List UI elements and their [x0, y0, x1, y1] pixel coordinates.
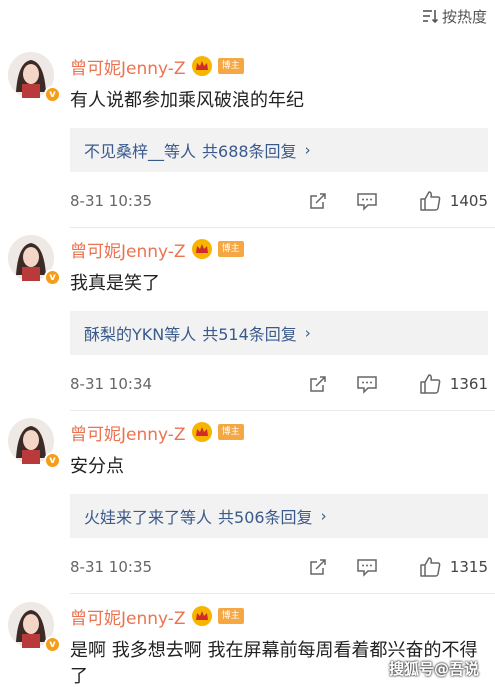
- comment-button[interactable]: [356, 557, 378, 577]
- thumbs-up-icon: [420, 374, 441, 394]
- replies-link[interactable]: 酥梨的YKN等人 共514条回复 ›: [70, 311, 488, 355]
- reply-count: 共514条回复: [202, 325, 297, 344]
- comment-time: 8-31 10:35: [70, 192, 153, 210]
- verified-badge-icon: v: [44, 636, 61, 653]
- username[interactable]: 曾可妮Jenny-Z: [70, 420, 186, 445]
- comment-text: 安分点: [70, 456, 124, 477]
- like-button[interactable]: 1361: [418, 372, 488, 396]
- comment-button[interactable]: [356, 191, 378, 211]
- verified-badge-icon: v: [44, 86, 61, 103]
- comment-item: v 曾可妮Jenny-Z 博主 我真是笑了 酥梨的YKN等人 共514条回复 ›…: [0, 235, 495, 411]
- comment-button[interactable]: [356, 374, 378, 394]
- like-button[interactable]: 1405: [418, 189, 488, 213]
- avatar[interactable]: v: [8, 602, 61, 653]
- reply-count: 共688条回复: [202, 142, 297, 161]
- share-button[interactable]: [308, 557, 328, 577]
- username[interactable]: 曾可妮Jenny-Z: [70, 54, 186, 79]
- reply-names: 火娃来了来了等人: [84, 508, 213, 527]
- verified-badge-icon: v: [44, 269, 61, 286]
- share-button[interactable]: [308, 374, 328, 394]
- comment-time: 8-31 10:35: [70, 558, 153, 576]
- divider: [70, 410, 495, 411]
- share-icon: [310, 559, 326, 575]
- reply-count: 共506条回复: [218, 508, 313, 527]
- avatar[interactable]: v: [8, 418, 61, 469]
- sort-label: 按热度: [441, 7, 487, 26]
- comment-text: 有人说都参加乘风破浪的年纪: [70, 90, 304, 111]
- share-icon: [310, 193, 326, 209]
- replies-link[interactable]: 不见桑梓__等人 共688条回复 ›: [70, 128, 488, 172]
- thumbs-up-icon: [420, 557, 441, 577]
- author-tag: 博主: [217, 58, 244, 74]
- watermark: 搜狐号@吾说: [388, 660, 479, 678]
- like-count: 1361: [449, 375, 488, 393]
- reply-names: 酥梨的YKN等人: [84, 325, 197, 344]
- crown-icon: [191, 239, 212, 259]
- author-tag: 博主: [217, 608, 244, 624]
- reply-names: 不见桑梓__等人: [84, 142, 197, 161]
- comment-item: v 曾可妮Jenny-Z 博主 有人说都参加乘风破浪的年纪 不见桑梓__等人 共…: [0, 52, 495, 228]
- replies-link[interactable]: 火娃来了来了等人 共506条回复 ›: [70, 494, 488, 538]
- author-tag: 博主: [217, 241, 244, 257]
- username[interactable]: 曾可妮Jenny-Z: [70, 604, 186, 629]
- like-button[interactable]: 1315: [418, 555, 488, 579]
- share-icon: [310, 376, 326, 392]
- like-count: 1315: [449, 558, 488, 576]
- crown-icon: [191, 56, 212, 76]
- comment-footer: 8-31 10:35 1315: [70, 552, 488, 582]
- crown-icon: [191, 606, 212, 626]
- thumbs-up-icon: [420, 191, 441, 211]
- chevron-right-icon: ›: [304, 141, 311, 159]
- sort-icon: [422, 10, 438, 24]
- divider: [70, 593, 495, 594]
- comment-footer: 8-31 10:35 1405: [70, 186, 488, 216]
- comment-item: v 曾可妮Jenny-Z 博主 安分点 火娃来了来了等人 共506条回复 › 8…: [0, 418, 495, 594]
- divider: [70, 227, 495, 228]
- comment-icon: [357, 559, 377, 577]
- verified-badge-icon: v: [44, 452, 61, 469]
- username[interactable]: 曾可妮Jenny-Z: [70, 237, 186, 262]
- comment-icon: [357, 193, 377, 211]
- comment-text: 我真是笑了: [70, 273, 160, 294]
- chevron-right-icon: ›: [304, 324, 311, 342]
- crown-icon: [191, 422, 212, 442]
- chevron-right-icon: ›: [320, 507, 327, 525]
- sort-by-hot-button[interactable]: 按热度: [422, 4, 487, 28]
- comment-footer: 8-31 10:34 1361: [70, 369, 488, 399]
- avatar[interactable]: v: [8, 52, 61, 103]
- author-tag: 博主: [217, 424, 244, 440]
- like-count: 1405: [449, 192, 488, 210]
- share-button[interactable]: [308, 191, 328, 211]
- comment-time: 8-31 10:34: [70, 375, 153, 393]
- avatar[interactable]: v: [8, 235, 61, 286]
- comment-icon: [357, 376, 377, 394]
